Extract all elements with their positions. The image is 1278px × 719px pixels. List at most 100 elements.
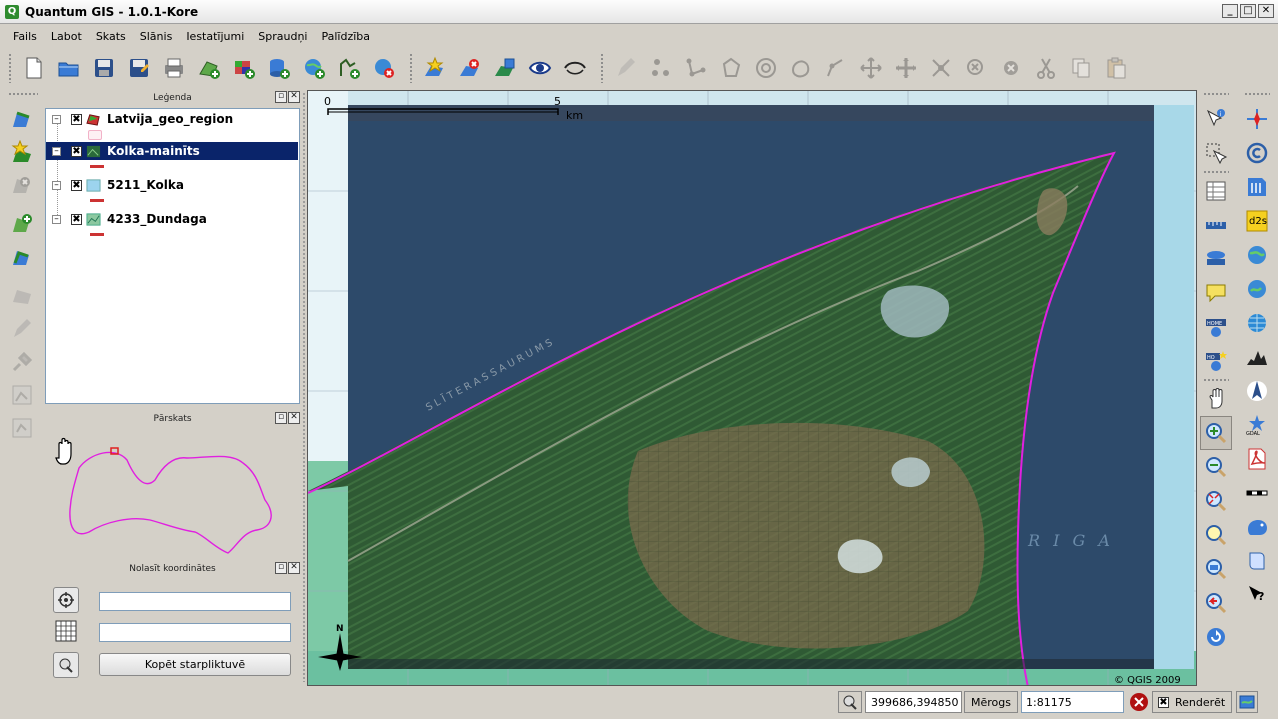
map-tips-icon[interactable] (1200, 276, 1232, 310)
refresh-icon[interactable] (1200, 620, 1232, 654)
delete-selected-icon[interactable] (995, 52, 1027, 84)
menu-skats[interactable]: Skats (89, 30, 133, 43)
add-postgis-layer-icon[interactable] (263, 52, 295, 84)
georeferencer-icon[interactable] (1241, 102, 1273, 136)
show-all-layers-icon[interactable] (524, 52, 556, 84)
minimize-button[interactable]: _ (1222, 4, 1238, 18)
help-book-icon[interactable] (1241, 544, 1273, 578)
menu-spraudni[interactable]: Spraudņi (251, 30, 314, 43)
copy-to-clipboard-button[interactable]: Kopēt starpliktuvē (99, 653, 291, 676)
crosshair-icon[interactable] (53, 587, 79, 613)
add-island-icon[interactable] (785, 52, 817, 84)
right-toolbar-grip[interactable] (1203, 92, 1229, 96)
identify-icon[interactable]: i (1200, 102, 1232, 136)
collapse-icon[interactable]: – (52, 114, 61, 124)
toggle-editing-icon[interactable] (610, 52, 642, 84)
coords-close-icon[interactable]: ✕ (288, 562, 300, 574)
coordinate-display[interactable]: 399686,394850 (865, 691, 962, 713)
save-project-icon[interactable] (88, 52, 120, 84)
collapse-icon[interactable]: – (52, 146, 61, 156)
delete-vertex-icon[interactable] (925, 52, 957, 84)
legend-layer-latvija[interactable]: – ✖ Latvija_geo_region (46, 110, 298, 128)
menu-slanis[interactable]: Slānis (133, 30, 180, 43)
cut-features-icon[interactable] (1030, 52, 1062, 84)
zoom-full-icon[interactable] (1200, 484, 1232, 518)
stop-render-icon[interactable] (1128, 691, 1150, 713)
collapse-icon[interactable]: – (52, 180, 61, 190)
hide-all-layers-icon[interactable] (559, 52, 591, 84)
add-wms-layer-icon[interactable] (298, 52, 330, 84)
zoom-out-icon[interactable] (1200, 450, 1232, 484)
add-star-feature-icon[interactable] (5, 135, 39, 168)
copy-features-icon[interactable] (1065, 52, 1097, 84)
pan-icon[interactable] (1200, 382, 1232, 416)
pdf-export-icon[interactable] (1241, 442, 1273, 476)
spit-postgis-icon[interactable] (1241, 510, 1273, 544)
legend-layer-kolka-mainits[interactable]: – ✖ Kolka-mainīts (46, 142, 298, 160)
add-raster-layer-icon[interactable] (228, 52, 260, 84)
plugins-toolbar-grip[interactable] (1244, 92, 1270, 96)
menu-iestatijumi[interactable]: Iestatījumi (179, 30, 251, 43)
coordinate-field-1[interactable] (99, 592, 291, 611)
measure-line-icon[interactable] (1200, 208, 1232, 242)
menu-fails[interactable]: Fails (6, 30, 44, 43)
print-icon[interactable] (158, 52, 190, 84)
measure-area-icon[interactable] (1200, 242, 1232, 276)
toolbar-grip-2[interactable] (409, 53, 413, 83)
open-project-icon[interactable] (53, 52, 85, 84)
new-vector-layer-icon[interactable] (333, 52, 365, 84)
layer-visibility-checkbox[interactable]: ✖ (71, 213, 82, 225)
scale-bar-plugin-icon[interactable] (1241, 476, 1273, 510)
move-vertex-icon[interactable] (820, 52, 852, 84)
layer-visibility-checkbox[interactable]: ✖ (71, 145, 82, 157)
edit-tools-icon[interactable] (5, 345, 39, 378)
layer-query-icon[interactable] (5, 411, 39, 444)
capture-line-icon[interactable] (680, 52, 712, 84)
grid-icon[interactable] (53, 618, 79, 644)
overview-float-icon[interactable]: ▫ (275, 412, 287, 424)
capture-point-icon[interactable] (645, 52, 677, 84)
toolbar-grip-3[interactable] (600, 53, 604, 83)
interpolation-icon[interactable] (1241, 340, 1273, 374)
left-toolbar-grip[interactable] (8, 92, 38, 96)
maximize-button[interactable]: □ (1240, 4, 1256, 18)
remove-layer-icon[interactable] (368, 52, 400, 84)
toolbar-grip[interactable] (8, 53, 12, 83)
scale-input[interactable]: 1:81175 (1021, 691, 1124, 713)
gps-tools-icon[interactable] (1241, 238, 1273, 272)
layer-visibility-checkbox[interactable]: ✖ (71, 179, 82, 191)
overview-map[interactable] (45, 428, 300, 558)
copyright-label-icon[interactable] (1241, 136, 1273, 170)
menu-palidziba[interactable]: Palīdzība (315, 30, 378, 43)
remove-feature-icon[interactable] (5, 168, 39, 201)
coordinate-field-2[interactable] (99, 623, 291, 642)
delete-part-icon[interactable] (960, 52, 992, 84)
new-bookmark-icon[interactable]: HO (1200, 344, 1232, 378)
layer-visibility-checkbox[interactable]: ✖ (71, 113, 82, 125)
add-ring-icon[interactable] (750, 52, 782, 84)
capture-mouse-icon[interactable] (53, 652, 79, 678)
move-feature-icon[interactable] (855, 52, 887, 84)
overview-close-icon[interactable]: ✕ (288, 412, 300, 424)
zoom-in-icon[interactable] (1200, 416, 1232, 450)
save-as-icon[interactable] (123, 52, 155, 84)
legend-layer-4233-dundaga[interactable]: – ✖ 4233_Dundaga (46, 210, 298, 228)
zoom-to-layer-icon[interactable] (1200, 552, 1232, 586)
zoom-to-selection-icon[interactable] (1200, 518, 1232, 552)
whats-this-icon[interactable]: ? (1241, 578, 1273, 612)
grass-tools-icon[interactable] (1241, 272, 1273, 306)
zoom-last-icon[interactable] (1200, 586, 1232, 620)
layer-properties-icon[interactable] (5, 378, 39, 411)
gdal-tools-icon[interactable]: GDAL (1241, 408, 1273, 442)
legend-float-icon[interactable]: ▫ (275, 91, 287, 103)
toggle-overview-icon[interactable] (489, 52, 521, 84)
close-button[interactable]: ✕ (1258, 4, 1274, 18)
attribute-table-icon[interactable] (1200, 174, 1232, 208)
legend-close-icon[interactable]: ✕ (288, 91, 300, 103)
remove-all-from-overview-icon[interactable] (454, 52, 486, 84)
edit-attributes-icon[interactable] (5, 279, 39, 312)
north-arrow-plugin-icon[interactable] (1241, 374, 1273, 408)
map-canvas[interactable]: S L Ī T E R A S S A U R U M S R I G A 0 … (307, 90, 1197, 686)
coordinate-toggle-icon[interactable] (838, 691, 862, 713)
projection-icon[interactable] (1236, 691, 1258, 713)
